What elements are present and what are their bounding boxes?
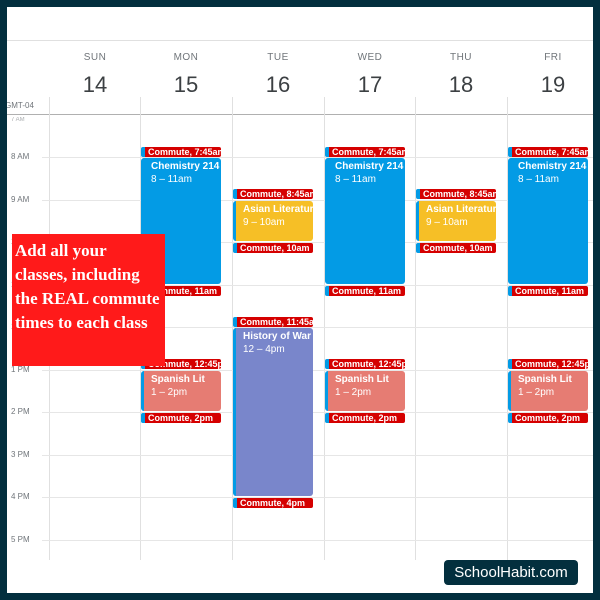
timezone-label: GMT-04: [7, 101, 34, 110]
event-commute[interactable]: Commute, 10am: [416, 243, 496, 253]
day-number[interactable]: 17: [324, 72, 416, 98]
event-asian-literature[interactable]: Asian Literature 9 – 10am: [416, 200, 496, 241]
calendar-week-view: SUN 14 MON 15 TUE 16 WED 17 THU 18 FRI 19 GMT-04 7 …: [7, 7, 593, 593]
event-commute[interactable]: Commute, 2pm: [325, 413, 405, 423]
day-name: WED: [357, 52, 383, 63]
day-header-wed[interactable]: WED 17: [324, 52, 416, 98]
day-name: FRI: [544, 52, 562, 63]
event-commute[interactable]: Commute, 11:45am: [233, 316, 313, 327]
event-title: Spanish Lit: [335, 373, 389, 385]
hour-label: 3 PM: [11, 449, 30, 459]
day-number[interactable]: 15: [140, 72, 232, 98]
event-commute[interactable]: Commute, 8:45am: [416, 189, 496, 200]
hour-label: 2 PM: [11, 407, 30, 416]
event-commute[interactable]: Commute, 7:45am: [325, 146, 405, 157]
event-time: 8 – 11am: [151, 174, 192, 185]
event-title: History of War: [243, 331, 311, 342]
event-commute[interactable]: Commute, 7:45am: [141, 146, 221, 157]
event-commute[interactable]: Commute, 10am: [233, 243, 313, 253]
day-header-tue[interactable]: TUE 16: [232, 52, 324, 98]
toolbar-divider: [7, 40, 593, 41]
schoolhabit-badge: SchoolHabit.com: [444, 560, 578, 585]
event-chemistry-214[interactable]: Chemistry 214 8 – 11am: [508, 158, 588, 284]
event-spanish-lit[interactable]: Spanish Lit 1 – 2pm: [508, 370, 588, 411]
day-number[interactable]: 14: [49, 72, 141, 98]
event-commute[interactable]: Commute, 11am: [508, 285, 588, 296]
event-time: 9 – 10am: [243, 216, 285, 228]
day-number[interactable]: 16: [232, 72, 324, 98]
day-name: THU: [449, 52, 473, 63]
event-history-of-war[interactable]: History of War 12 – 4pm: [233, 328, 313, 496]
hour-label: 7 AM: [11, 116, 25, 123]
hour-label: 5 PM: [11, 534, 30, 544]
event-title: Asian Literature: [426, 203, 496, 215]
day-header-mon[interactable]: MON 15: [140, 52, 232, 98]
day-number[interactable]: 18: [415, 72, 507, 98]
event-time: 9 – 10am: [426, 216, 468, 228]
event-time: 8 – 11am: [518, 174, 559, 185]
event-commute[interactable]: Commute, 7:45am: [508, 146, 588, 157]
event-spanish-lit[interactable]: Spanish Lit 1 – 2pm: [325, 370, 405, 411]
event-commute[interactable]: Commute, 12:45pm: [325, 359, 405, 370]
day-number[interactable]: 19: [507, 72, 593, 98]
event-commute[interactable]: Commute, 11am: [325, 285, 405, 296]
event-commute[interactable]: Commute, 4pm: [233, 498, 313, 508]
day-name: MON: [173, 52, 199, 63]
event-time: 1 – 2pm: [518, 386, 555, 398]
event-commute[interactable]: Commute, 2pm: [141, 413, 221, 423]
hour-label: 4 PM: [11, 492, 30, 501]
event-title: Asian Literature: [243, 203, 313, 215]
event-chemistry-214[interactable]: Chemistry 214 8 – 11am: [325, 158, 405, 284]
hour-gridline: [42, 497, 593, 498]
event-title: Chemistry 214: [151, 161, 220, 172]
event-title: Chemistry 214: [335, 161, 404, 172]
event-spanish-lit[interactable]: Spanish Lit 1 – 2pm: [141, 370, 221, 411]
day-header-thu[interactable]: THU 18: [415, 52, 507, 98]
column-divider: [415, 97, 416, 560]
event-asian-literature[interactable]: Asian Literature 9 – 10am: [233, 200, 313, 241]
hour-gridline: [42, 539, 593, 541]
event-time: 1 – 2pm: [151, 386, 188, 398]
hour-gridline: [42, 454, 593, 456]
day-header-fri[interactable]: FRI 19: [507, 52, 593, 98]
event-commute[interactable]: Commute, 2pm: [508, 413, 588, 423]
event-commute[interactable]: Commute, 8:45am: [233, 189, 313, 200]
event-time: 1 – 2pm: [335, 386, 372, 398]
header-divider: [7, 114, 593, 115]
event-time: 8 – 11am: [335, 174, 376, 185]
hour-label: 8 AM: [11, 152, 30, 161]
day-name: SUN: [83, 52, 107, 63]
event-title: Chemistry 214: [518, 161, 587, 172]
callout-banner: Add all your classes, including the REAL…: [12, 234, 165, 366]
event-commute[interactable]: Commute, 12:45pm: [508, 359, 588, 370]
hour-label: 9 AM: [11, 194, 30, 204]
event-title: Spanish Lit: [151, 373, 205, 385]
event-time: 12 – 4pm: [243, 344, 285, 355]
event-title: Spanish Lit: [518, 373, 572, 385]
day-header-sun[interactable]: SUN 14: [49, 52, 141, 98]
day-name: TUE: [267, 52, 289, 63]
